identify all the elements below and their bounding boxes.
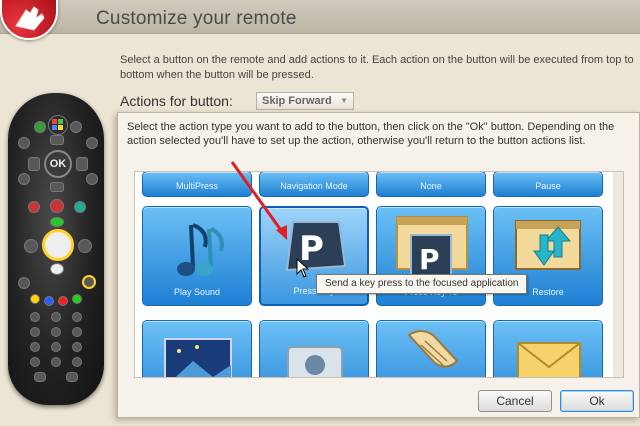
scroll-icon: [407, 330, 459, 368]
remote-number-9[interactable]: [72, 342, 82, 352]
remote-fav-button[interactable]: [74, 201, 86, 213]
remote-yellow-button[interactable]: [30, 294, 40, 304]
remote-number-4[interactable]: [30, 327, 40, 337]
remote-number-3[interactable]: [72, 312, 82, 322]
tile-multipress[interactable]: MultiPress: [142, 172, 252, 197]
remote-skip-back-button[interactable]: [18, 277, 30, 289]
action-type-dialog: Select the action type you want to add t…: [117, 112, 640, 418]
windows-logo-icon[interactable]: [48, 115, 68, 135]
remote-record-button[interactable]: [50, 199, 64, 213]
remote-ok-button[interactable]: OK: [44, 150, 72, 178]
cancel-button[interactable]: Cancel: [478, 390, 552, 412]
remote-enter-button[interactable]: [66, 372, 78, 382]
button-selector-dropdown[interactable]: Skip Forward ▼: [256, 92, 354, 110]
chevron-down-icon: ▼: [340, 96, 348, 105]
tile-label: MultiPress: [175, 181, 218, 191]
remote-blue-button[interactable]: [44, 296, 54, 306]
mouse-cursor-icon: [296, 258, 310, 278]
tile-camera[interactable]: [259, 320, 369, 377]
remote-mute-button[interactable]: [28, 201, 40, 213]
remote-control: OK: [8, 93, 104, 405]
music-note-icon: [177, 223, 224, 276]
remote-left-button[interactable]: [28, 157, 40, 171]
remote-green-button[interactable]: [34, 121, 46, 133]
tile-label: Pause: [535, 181, 561, 191]
remote-tv-button[interactable]: [70, 121, 82, 133]
remote-back-button[interactable]: [18, 137, 30, 149]
svg-text:P: P: [419, 243, 440, 276]
remote-number-6[interactable]: [72, 327, 82, 337]
remote-green-color-button[interactable]: [72, 294, 82, 304]
tile-envelope[interactable]: [493, 320, 603, 377]
remote-number-5[interactable]: [51, 327, 61, 337]
tile-scroll[interactable]: [376, 320, 486, 377]
tile-pause[interactable]: Pause: [493, 172, 603, 197]
remote-play-indicator[interactable]: [50, 217, 64, 227]
tiles-scrollbar[interactable]: [613, 172, 623, 377]
remote-number-0[interactable]: [51, 357, 61, 367]
tile-none[interactable]: None: [376, 172, 486, 197]
tile-label: None: [420, 181, 442, 191]
tile-play-sound[interactable]: Play Sound: [142, 206, 252, 306]
remote-number-7[interactable]: [30, 342, 40, 352]
press-key-tooltip: Send a key press to the focused applicat…: [316, 274, 528, 294]
remote-rewind-button[interactable]: [24, 239, 38, 253]
remote-red-button[interactable]: [58, 296, 68, 306]
tile-landscape[interactable]: [142, 320, 252, 377]
remote-number-8[interactable]: [51, 342, 61, 352]
remote-down-button[interactable]: [50, 182, 64, 192]
remote-right-button[interactable]: [76, 157, 88, 171]
remote-up-button[interactable]: [50, 135, 64, 145]
camera-icon: [287, 346, 343, 377]
landscape-icon: [164, 338, 232, 377]
remote-stop-button[interactable]: [50, 263, 64, 275]
remote-hash-button[interactable]: [72, 357, 82, 367]
remote-clear-button[interactable]: [34, 372, 46, 382]
remote-ch-button[interactable]: [86, 173, 98, 185]
remote-number-1[interactable]: [30, 312, 40, 322]
hand-pointer-icon: [0, 0, 58, 40]
remote-pause-button[interactable]: [42, 229, 74, 261]
actions-for-button-label: Actions for button:: [120, 93, 233, 109]
remote-number-2[interactable]: [51, 312, 61, 322]
remote-fastforward-button[interactable]: [78, 239, 92, 253]
remote-skip-forward-button[interactable]: [82, 275, 96, 289]
remote-star-button[interactable]: [30, 357, 40, 367]
ok-button[interactable]: Ok: [560, 390, 634, 412]
remote-vol-button[interactable]: [18, 173, 30, 185]
page-description: Select a button on the remote and add ac…: [120, 54, 634, 81]
selected-button-value: Skip Forward: [262, 95, 332, 107]
remote-info-button[interactable]: [86, 137, 98, 149]
tile-label: Navigation Mode: [280, 181, 348, 191]
tile-navigation-mode[interactable]: Navigation Mode: [259, 172, 369, 197]
envelope-icon: [517, 342, 581, 377]
page-title: Customize your remote: [96, 8, 297, 29]
tile-label: Play Sound: [173, 287, 221, 297]
dialog-instructions: Select the action type you want to add t…: [127, 121, 615, 147]
